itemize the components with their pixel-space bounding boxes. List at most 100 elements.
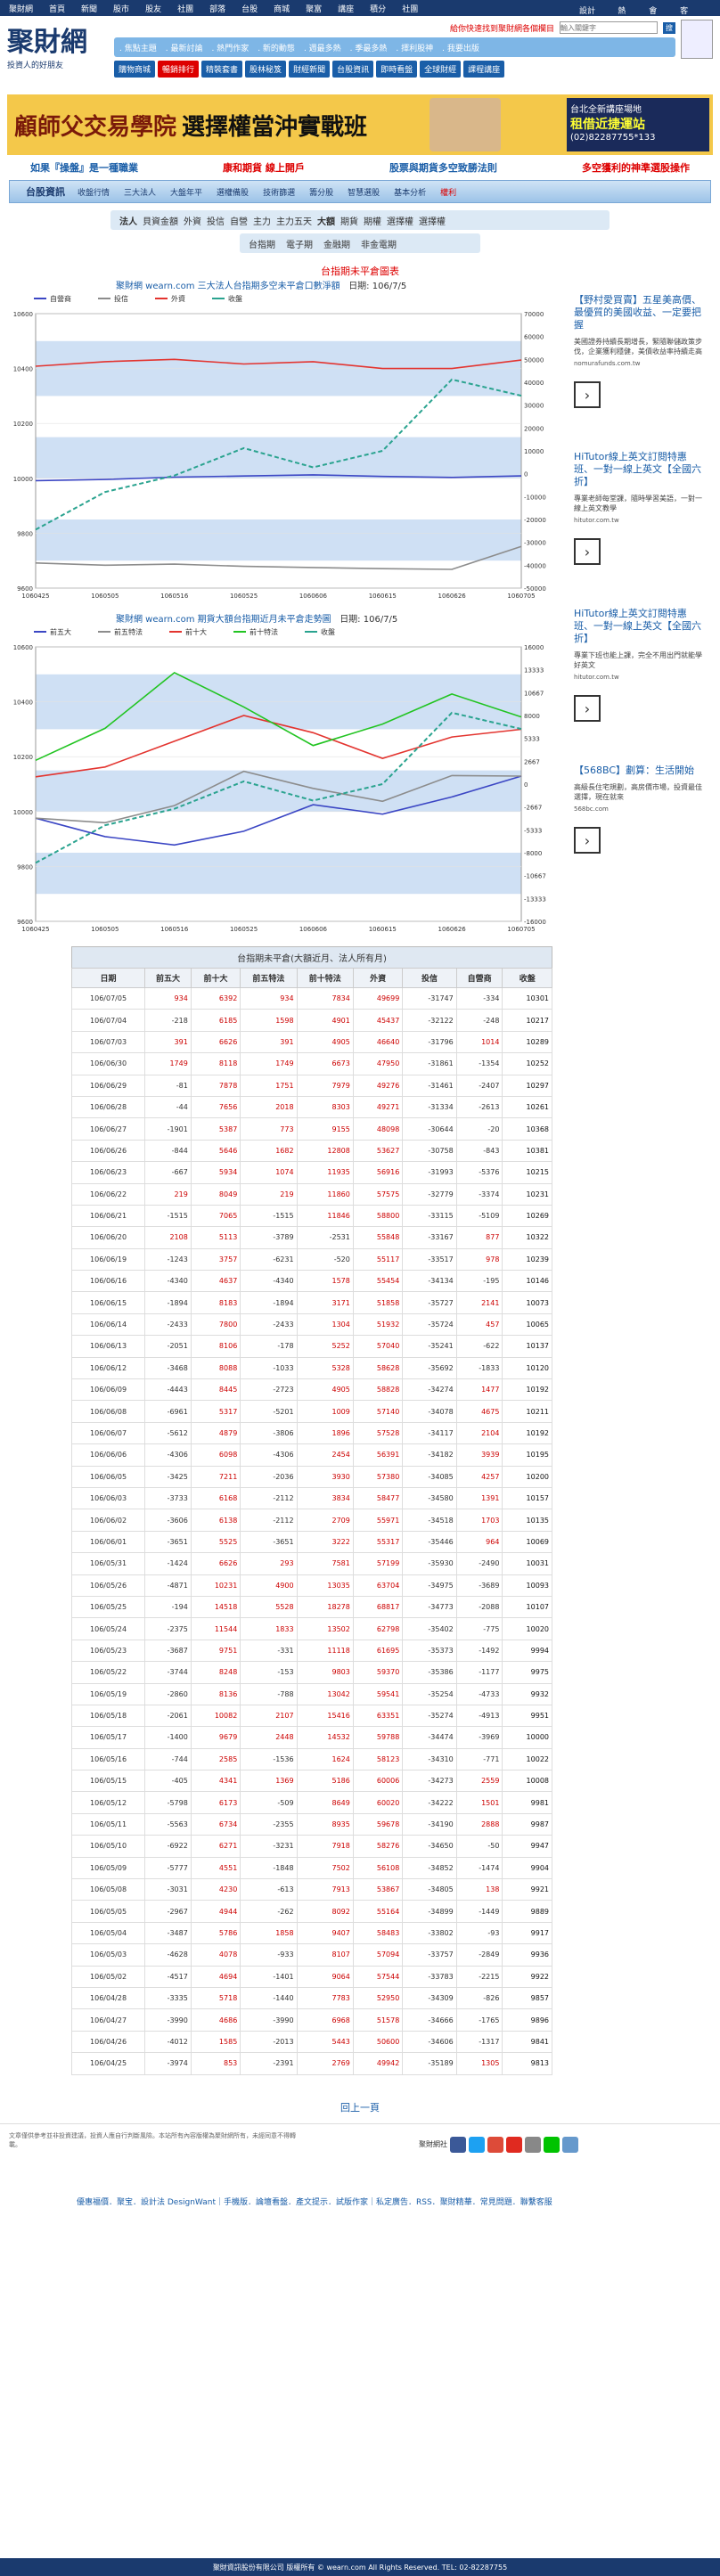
top-nav-link[interactable]: 社團 (402, 3, 418, 14)
nav-button[interactable]: 即時看盤 (376, 61, 418, 78)
nav-strip-link[interactable]: . 季最多熱 (350, 42, 388, 53)
slogan-link[interactable]: 多空獲利的神準選股操作 (582, 160, 690, 175)
nav-button[interactable]: 課程講座 (463, 61, 505, 78)
back-to-top-link[interactable]: 回上一頁 (0, 2100, 720, 2114)
ad-headline[interactable]: HiTutor線上英文訂閱特惠班、一對一線上英文【全國六折】 (574, 608, 706, 645)
nav-button[interactable]: 財經新聞 (289, 61, 331, 78)
nav-strip-link[interactable]: . 我要出版 (442, 42, 479, 53)
slogan-link[interactable]: 康和期貨 線上開戶 (223, 160, 305, 175)
sub-nav-link[interactable]: 選擇權 (387, 214, 413, 227)
table-cell: 106/05/23 (70, 1639, 146, 1663)
nav-strip-link[interactable]: . 週最多熱 (304, 42, 341, 53)
search-button[interactable]: 搜 (663, 21, 675, 34)
top-nav-link[interactable]: 台股 (241, 3, 258, 14)
slogan-link[interactable]: 如果『操盤』是一種職業 (30, 160, 138, 175)
sub-nav-link[interactable]: 選擇權 (419, 214, 446, 227)
table-cell: 46640 (352, 1030, 404, 1054)
futures-nav-link[interactable]: 非金電期 (361, 237, 397, 250)
nav-button[interactable]: 台股資訊 (332, 61, 374, 78)
table-cell: 13042 (296, 1682, 354, 1705)
menu-item[interactable]: 智慧選股 (348, 186, 380, 198)
ad-url[interactable]: nomurafunds.com.tw (574, 360, 706, 367)
ad-url[interactable]: hitutor.com.tw (574, 674, 706, 681)
menu-item[interactable]: 大盤年平 (170, 186, 202, 198)
table-cell: -5109 (455, 1204, 503, 1228)
sub-nav-link[interactable]: 大額 (317, 214, 335, 227)
nav-strip-link[interactable]: . 焦點主題 (119, 42, 157, 53)
table-cell: -34975 (402, 1574, 457, 1597)
slogan-link[interactable]: 股票與期貨多空致勝法則 (389, 160, 497, 175)
table-cell: -2036 (240, 1465, 298, 1488)
rss-icon[interactable] (525, 2136, 541, 2153)
sidebar-ad[interactable]: 【野村愛買賣】五星美高價、最優質的美國收益、一定要把握 美國證券持續長期增長，緊隨… (574, 294, 706, 408)
ad-url[interactable]: hitutor.com.tw (574, 517, 706, 524)
top-nav-link[interactable]: 商城 (274, 3, 290, 14)
nav-button[interactable]: 暢銷排行 (158, 61, 200, 78)
facebook-icon[interactable] (450, 2136, 466, 2153)
sidebar-ad[interactable]: HiTutor線上英文訂閱特惠班、一對一線上英文【全國六折】 專業下班也能上課，完… (574, 608, 706, 722)
banner-side-ad[interactable]: 台北全新講座場地 租借近捷運站 (02)82287755*133 (567, 98, 709, 151)
top-nav-link[interactable]: 新聞 (81, 3, 97, 14)
sub-nav-link[interactable]: 外資 (184, 214, 201, 227)
top-nav-link[interactable]: 聚財網 (9, 3, 33, 14)
sub-nav-link[interactable]: 貝資金額 (143, 214, 178, 227)
nav-button[interactable]: 精裝套書 (201, 61, 243, 78)
top-nav-link[interactable]: 積分 (370, 3, 386, 14)
site-logo[interactable]: 聚財網 投資人的好朋友 (7, 20, 114, 91)
line-icon[interactable] (544, 2136, 560, 2153)
ad-banner[interactable]: 顧師父交易學院 選擇權當沖實戰班 台北全新講座場地 租借近捷運站 (02)822… (7, 94, 713, 155)
nav-button[interactable]: 全球財經 (420, 61, 462, 78)
ad-headline[interactable]: 【野村愛買賣】五星美高價、最優質的美國收益、一定要把握 (574, 294, 706, 331)
sub-nav-link[interactable]: 主力 (253, 214, 271, 227)
ad-arrow-icon[interactable]: › (574, 538, 601, 565)
ad-arrow-icon[interactable]: › (574, 827, 601, 854)
table-cell: -1515 (240, 1204, 298, 1228)
sidebar-ad[interactable]: 【568BC】劃算：生活開始 高級長住宅規劃，高房價市場，投資最佳選擇，現在就來 5… (574, 765, 706, 854)
menu-item[interactable]: 三大法人 (124, 186, 156, 198)
googleplus-icon[interactable] (487, 2136, 503, 2153)
top-nav-link[interactable]: 講座 (338, 3, 354, 14)
search-input[interactable] (560, 21, 658, 34)
menu-item[interactable]: 基本分析 (394, 186, 426, 198)
sub-nav-link[interactable]: 法人 (119, 214, 137, 227)
table-cell: -775 (455, 1617, 503, 1640)
menu-home[interactable]: 台股資訊 (15, 184, 65, 199)
top-nav-link[interactable]: 部落 (209, 3, 225, 14)
ad-arrow-icon[interactable]: › (574, 381, 601, 408)
sub-nav-link[interactable]: 期貨 (340, 214, 358, 227)
app-icon[interactable] (562, 2136, 578, 2153)
ad-headline[interactable]: HiTutor線上英文訂閱特惠班、一對一線上英文【全國六折】 (574, 451, 706, 488)
futures-nav-link[interactable]: 台指期 (249, 237, 275, 250)
nav-button[interactable]: 購物商城 (114, 61, 156, 78)
table-cell: 10107 (502, 1595, 552, 1619)
ad-url[interactable]: 568bc.com (574, 806, 706, 813)
top-nav-link[interactable]: 首頁 (49, 3, 65, 14)
nav-button[interactable]: 股林秘笈 (245, 61, 287, 78)
sub-nav-link[interactable]: 主力五天 (276, 214, 312, 227)
sub-nav-link[interactable]: 投信 (207, 214, 225, 227)
menu-hot-item[interactable]: 權利 (440, 186, 456, 198)
top-nav-link[interactable]: 社團 (177, 3, 193, 14)
menu-item[interactable]: 收盤行情 (78, 186, 110, 198)
futures-nav-link[interactable]: 金融期 (323, 237, 350, 250)
sub-nav-link[interactable]: 自營 (230, 214, 248, 227)
nav-strip-link[interactable]: . 新的動態 (258, 42, 295, 53)
sub-nav-link[interactable]: 期權 (364, 214, 381, 227)
top-nav-link[interactable]: 聚富 (306, 3, 322, 14)
menu-item[interactable]: 選權備股 (217, 186, 249, 198)
menu-item[interactable]: 籌分股 (309, 186, 333, 198)
nav-strip-link[interactable]: . 擇利股神 (396, 42, 433, 53)
ad-arrow-icon[interactable]: › (574, 695, 601, 722)
top-nav-link[interactable]: 股友 (145, 3, 161, 14)
sidebar-ad[interactable]: HiTutor線上英文訂閱特惠班、一對一線上英文【全國六折】 專業老師每堂課，隨時… (574, 451, 706, 565)
footer-links[interactable]: 優惠福價．聚宝．設計法 DesignWant｜手機版．論壇看盤．產文提示．試版作… (77, 2196, 552, 2207)
top-nav-link[interactable]: 股市 (113, 3, 129, 14)
menu-item[interactable]: 技術篩選 (263, 186, 295, 198)
header-promo[interactable]: 給你快速找到聚財網各個欄目 (450, 22, 554, 34)
futures-nav-link[interactable]: 電子期 (286, 237, 313, 250)
youtube-icon[interactable] (506, 2136, 522, 2153)
twitter-icon[interactable] (469, 2136, 485, 2153)
nav-strip-link[interactable]: . 熱門作家 (211, 42, 249, 53)
nav-strip-link[interactable]: . 最新討論 (166, 42, 203, 53)
ad-headline[interactable]: 【568BC】劃算：生活開始 (574, 765, 706, 777)
